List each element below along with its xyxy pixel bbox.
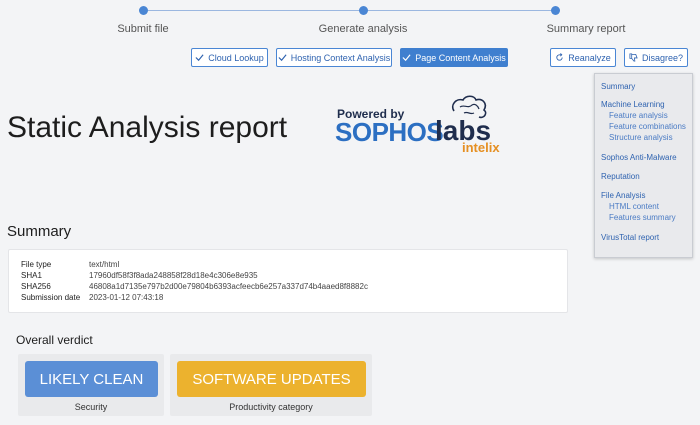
verdict-heading: Overall verdict [16, 333, 93, 347]
disagree-button[interactable]: Disagree? [624, 48, 688, 67]
page-content-analysis-button[interactable]: Page Content Analysis [400, 48, 508, 67]
step-label-submit: Submit file [117, 23, 169, 35]
step-dot-generate [359, 6, 368, 15]
summary-value: text/html [89, 260, 120, 269]
logo-sophos: SOPHOS [335, 117, 444, 147]
reanalyze-label: Reanalyze [568, 52, 611, 63]
check-icon [278, 54, 287, 62]
cloud-lookup-label: Cloud Lookup [208, 52, 264, 63]
summary-row-sha1: SHA1 17960df58f3f8ada248858f28d18e4c306e… [21, 271, 258, 280]
nav-item-virustotal-report[interactable]: VirusTotal report [601, 233, 659, 242]
cloud-lookup-button[interactable]: Cloud Lookup [191, 48, 268, 67]
step-label-generate: Generate analysis [318, 23, 408, 35]
step-label-summary: Summary report [546, 23, 626, 35]
logo-intelix: intelix [462, 140, 500, 155]
summary-key: Submission date [21, 293, 81, 302]
check-icon [195, 54, 204, 62]
summary-row-file-type: File type text/html [21, 260, 119, 269]
summary-value: 46808a1d7135e797b2d00e79804b6393acfeecb6… [89, 282, 368, 291]
report-navigation-panel: Summary Machine Learning Feature analysi… [594, 73, 693, 258]
nav-item-feature-combinations[interactable]: Feature combinations [609, 122, 686, 131]
software-updates-badge: SOFTWARE UPDATES [177, 361, 366, 397]
refresh-icon [556, 53, 563, 61]
nav-item-machine-learning[interactable]: Machine Learning [601, 100, 665, 109]
page-title: Static Analysis report [7, 111, 288, 144]
summary-row-submission-date: Submission date 2023-01-12 07:43:18 [21, 293, 163, 302]
stepper-line [148, 10, 552, 11]
category-caption: Productivity category [229, 402, 313, 412]
hosting-context-analysis-label: Hosting Context Analysis [290, 52, 391, 63]
thumbs-down-icon [629, 53, 638, 62]
summary-value: 17960df58f3f8ada248858f28d18e4c306e8e935 [89, 271, 258, 280]
nav-item-sophos-anti-malware[interactable]: Sophos Anti-Malware [601, 153, 677, 162]
progress-stepper: Submit file Generate analysis Summary re… [0, 0, 700, 40]
nav-item-html-content[interactable]: HTML content [609, 202, 659, 211]
step-dot-submit [139, 6, 148, 15]
summary-key: File type [21, 260, 52, 269]
security-verdict-card: LIKELY CLEAN Security [18, 354, 164, 416]
nav-item-summary[interactable]: Summary [601, 82, 635, 91]
disagree-label: Disagree? [641, 52, 684, 63]
hosting-context-analysis-button[interactable]: Hosting Context Analysis [276, 48, 392, 67]
reanalyze-button[interactable]: Reanalyze [550, 48, 616, 67]
sophoslabs-intelix-logo: Powered by SOPHOS labs intelix [335, 95, 505, 155]
security-caption: Security [74, 402, 108, 412]
step-dot-summary [551, 6, 560, 15]
nav-item-structure-analysis[interactable]: Structure analysis [609, 133, 673, 142]
likely-clean-badge: LIKELY CLEAN [25, 361, 158, 397]
nav-item-feature-analysis[interactable]: Feature analysis [609, 111, 668, 120]
nav-item-file-analysis[interactable]: File Analysis [601, 191, 645, 200]
page-content-analysis-label: Page Content Analysis [415, 52, 506, 63]
summary-heading: Summary [7, 223, 72, 240]
summary-key: SHA1 [21, 271, 42, 280]
summary-key: SHA256 [21, 282, 51, 291]
category-verdict-card: SOFTWARE UPDATES Productivity category [170, 354, 372, 416]
summary-value: 2023-01-12 07:43:18 [89, 293, 164, 302]
nav-item-reputation[interactable]: Reputation [601, 172, 640, 181]
check-icon [402, 54, 411, 62]
summary-table: File type text/html SHA1 17960df58f3f8ad… [8, 249, 568, 313]
nav-item-features-summary[interactable]: Features summary [609, 213, 676, 222]
summary-row-sha256: SHA256 46808a1d7135e797b2d00e79804b6393a… [21, 282, 368, 291]
